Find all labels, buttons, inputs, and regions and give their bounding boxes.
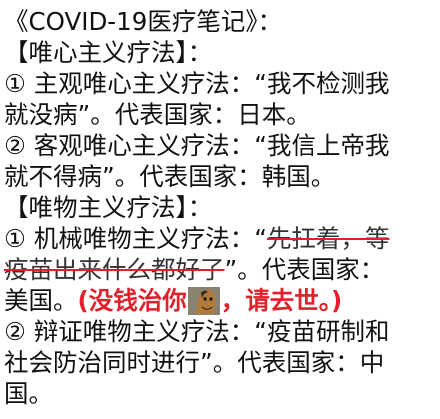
red-note-end: ，请去世。) (220, 286, 343, 315)
red-note-start: (没钱治你 (77, 286, 187, 315)
idealism-item-2-line-2: 就不得病”。代表国家：韩国。 (4, 162, 336, 191)
section-header-idealism: 【唯心主义疗法】： (4, 38, 213, 67)
materialism-item-1-suffix: ”。代表国家： (224, 255, 385, 284)
covid-notes-document: 《COVID-19医疗笔记》： 【唯心主义疗法】： ① 主观唯心主义疗法：“我不… (4, 6, 438, 409)
materialism-item-1-line-2: 疫苗出来什么都好了”。代表国家： (4, 254, 438, 285)
materialism-item-2-line-3: 国。 (4, 379, 53, 408)
materialism-item-2-line-2: 社会防治同时进行”。代表国家：中 (4, 348, 385, 377)
struck-text-part-b: 疫苗出来什么都好了 (4, 255, 225, 284)
country-usa: 美国。 (4, 286, 78, 315)
section-header-materialism: 【唯物主义疗法】： (4, 193, 213, 222)
idealism-item-1-line-2: 就没病”。代表国家：日本。 (4, 100, 311, 129)
materialism-item-1-line-3: 美国。(没钱治你 ，请去世。) (4, 285, 438, 316)
document-title: 《COVID-19医疗笔记》： (4, 7, 283, 36)
materialism-item-1-line-1: ① 机械唯物主义疗法：“先扛着，等 (4, 223, 438, 254)
materialism-item-2-line-1: ② 辩证唯物主义疗法：“疫苗研制和 (4, 317, 390, 346)
idealism-item-2-line-1: ② 客观唯心主义疗法：“我信上帝我 (4, 131, 390, 160)
horse-emoji-icon (187, 287, 220, 315)
idealism-item-1-line-1: ① 主观唯心主义疗法：“我不检测我 (4, 69, 390, 98)
materialism-item-1-prefix: ① 机械唯物主义疗法：“ (4, 224, 267, 253)
struck-text-part-a: 先扛着，等 (266, 224, 390, 253)
